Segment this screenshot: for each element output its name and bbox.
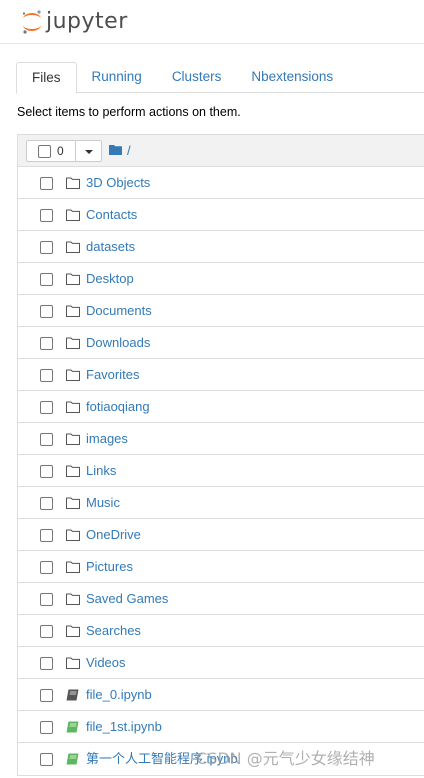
item-checkbox[interactable] — [40, 209, 53, 222]
folder-icon — [66, 497, 80, 509]
folder-icon — [66, 177, 80, 189]
item-checkbox[interactable] — [40, 369, 53, 382]
folder-row[interactable]: Pictures — [18, 551, 424, 583]
item-checkbox[interactable] — [40, 689, 53, 702]
folder-row[interactable]: Favorites — [18, 359, 424, 391]
folder-icon — [66, 561, 80, 573]
item-checkbox[interactable] — [40, 305, 53, 318]
item-name-link[interactable]: Documents — [86, 295, 152, 326]
breadcrumb[interactable]: / — [109, 143, 131, 158]
folder-icon — [66, 625, 80, 637]
tab-files[interactable]: Files — [16, 62, 77, 94]
item-name-link[interactable]: Pictures — [86, 551, 133, 582]
item-name-link[interactable]: Downloads — [86, 327, 150, 358]
jupyter-logo-text: jupyter — [46, 9, 128, 34]
notebook-icon — [66, 721, 80, 733]
select-dropdown-button[interactable] — [75, 140, 102, 162]
notebook-row[interactable]: file_1st.ipynb — [18, 711, 424, 743]
item-name-link[interactable]: 3D Objects — [86, 167, 150, 198]
item-name-link[interactable]: OneDrive — [86, 519, 141, 550]
folder-row[interactable]: Desktop — [18, 263, 424, 295]
notebook-row[interactable]: file_0.ipynb — [18, 679, 424, 711]
item-name-link[interactable]: Links — [86, 455, 116, 486]
tab-running[interactable]: Running — [77, 62, 157, 93]
item-checkbox[interactable] — [40, 529, 53, 542]
select-all-checkbox[interactable] — [38, 144, 51, 158]
item-checkbox[interactable] — [40, 657, 53, 670]
folder-home-icon[interactable] — [109, 143, 122, 158]
watermark: CSDN @元气少女缘结神 — [196, 749, 375, 768]
folder-icon — [66, 593, 80, 605]
item-checkbox[interactable] — [40, 401, 53, 414]
item-name-link[interactable]: fotiaoqiang — [86, 391, 150, 422]
item-name-link[interactable]: Videos — [86, 647, 126, 678]
jupyter-logo[interactable]: jupyter — [20, 8, 128, 36]
folder-row[interactable]: fotiaoqiang — [18, 391, 424, 423]
tab-bar: Files Running Clusters Nbextensions — [16, 62, 424, 94]
item-name-link[interactable]: Desktop — [86, 263, 134, 294]
tab-nbextensions[interactable]: Nbextensions — [236, 62, 348, 93]
folder-row[interactable]: Videos — [18, 647, 424, 679]
folder-icon — [66, 401, 80, 413]
folder-icon — [66, 273, 80, 285]
item-checkbox[interactable] — [40, 593, 53, 606]
tab-clusters[interactable]: Clusters — [157, 62, 237, 93]
item-name-link[interactable]: Music — [86, 487, 120, 518]
item-name-link[interactable]: file_1st.ipynb — [86, 711, 162, 742]
breadcrumb-path[interactable]: / — [127, 143, 131, 158]
file-list: 0 / 3D Objects Contacts datasets Desktop Doc… — [17, 134, 424, 776]
instructions-text: Select items to perform actions on them. — [17, 105, 241, 119]
select-all-button[interactable]: 0 — [26, 140, 76, 162]
folder-row[interactable]: OneDrive — [18, 519, 424, 551]
item-checkbox[interactable] — [40, 433, 53, 446]
notebook-icon — [66, 689, 80, 701]
item-checkbox[interactable] — [40, 337, 53, 350]
jupyter-logo-icon — [20, 8, 44, 36]
folder-icon — [66, 337, 80, 349]
folder-icon — [66, 241, 80, 253]
folder-row[interactable]: Links — [18, 455, 424, 487]
file-rows: 3D Objects Contacts datasets Desktop Documen… — [18, 167, 424, 775]
folder-row[interactable]: Documents — [18, 295, 424, 327]
folder-icon — [66, 529, 80, 541]
item-name-link[interactable]: datasets — [86, 231, 135, 262]
item-name-link[interactable]: Contacts — [86, 199, 137, 230]
folder-icon — [66, 369, 80, 381]
folder-row[interactable]: Searches — [18, 615, 424, 647]
item-checkbox[interactable] — [40, 753, 53, 766]
file-list-toolbar: 0 / — [18, 135, 424, 167]
item-checkbox[interactable] — [40, 625, 53, 638]
folder-icon — [66, 433, 80, 445]
header: jupyter — [0, 0, 424, 44]
folder-row[interactable]: Contacts — [18, 199, 424, 231]
folder-row[interactable]: Downloads — [18, 327, 424, 359]
folder-icon — [66, 305, 80, 317]
item-checkbox[interactable] — [40, 273, 53, 286]
folder-icon — [66, 465, 80, 477]
folder-row[interactable]: images — [18, 423, 424, 455]
item-checkbox[interactable] — [40, 177, 53, 190]
item-checkbox[interactable] — [40, 721, 53, 734]
item-checkbox[interactable] — [40, 241, 53, 254]
item-name-link[interactable]: Favorites — [86, 359, 139, 390]
folder-icon — [66, 657, 80, 669]
item-name-link[interactable]: Saved Games — [86, 583, 168, 614]
folder-row[interactable]: Music — [18, 487, 424, 519]
item-name-link[interactable]: images — [86, 423, 128, 454]
item-checkbox[interactable] — [40, 497, 53, 510]
selected-count: 0 — [57, 144, 64, 158]
item-name-link[interactable]: file_0.ipynb — [86, 679, 152, 710]
item-name-link[interactable]: Searches — [86, 615, 141, 646]
folder-row[interactable]: 3D Objects — [18, 167, 424, 199]
item-checkbox[interactable] — [40, 561, 53, 574]
item-checkbox[interactable] — [40, 465, 53, 478]
notebook-icon — [66, 753, 80, 765]
folder-row[interactable]: datasets — [18, 231, 424, 263]
folder-row[interactable]: Saved Games — [18, 583, 424, 615]
folder-icon — [66, 209, 80, 221]
